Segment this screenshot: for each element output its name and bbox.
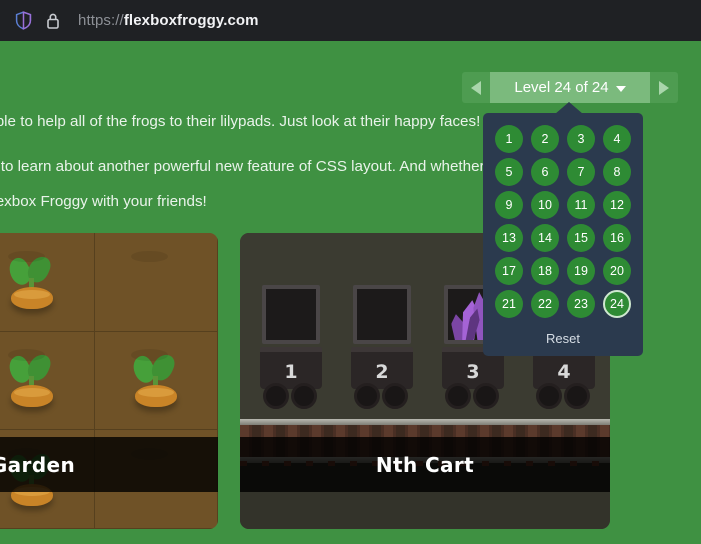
mine-cart-1: 1	[260, 285, 322, 433]
level-dropdown-panel: 1 2 3 4 5 6 7 8 9 10 11 12 13 14 15 16 17 18 19 20 21 22 23 24 …	[483, 102, 643, 356]
browser-toolbar: https://flexboxfroggy.com	[0, 0, 701, 41]
level-button-2[interactable]: 2	[531, 125, 559, 153]
url-bar[interactable]: https://flexboxfroggy.com	[78, 12, 259, 29]
level-button-7[interactable]: 7	[567, 158, 595, 186]
level-button-15[interactable]: 15	[567, 224, 595, 252]
carrot-icon	[1, 253, 63, 315]
cart-wheel	[445, 383, 471, 409]
level-button-17[interactable]: 17	[495, 257, 523, 285]
crystal-icon	[266, 289, 316, 340]
card-grid-garden[interactable]: Garden	[0, 233, 218, 529]
level-button-6[interactable]: 6	[531, 158, 559, 186]
cart-wheel	[382, 383, 408, 409]
cart-number: 4	[557, 360, 571, 383]
reset-button[interactable]: Reset	[483, 331, 643, 346]
level-button-1[interactable]: 1	[495, 125, 523, 153]
level-button-20[interactable]: 20	[603, 257, 631, 285]
level-button-5[interactable]: 5	[495, 158, 523, 186]
card-label-nth-cart: Nth Cart	[240, 437, 610, 492]
arrow-right-icon	[659, 80, 669, 95]
lock-icon	[38, 6, 68, 36]
level-selector: Level 24 of 24	[462, 72, 678, 103]
cart-bin	[353, 285, 411, 344]
cart-body: 2	[351, 347, 413, 389]
previous-level-button[interactable]	[462, 72, 490, 103]
garden-cell	[0, 331, 95, 431]
level-button-24[interactable]: 24	[603, 290, 631, 318]
cart-wheel	[536, 383, 562, 409]
cart-wheel	[354, 383, 380, 409]
level-button-8[interactable]: 8	[603, 158, 631, 186]
garden-cell	[94, 331, 218, 431]
cart-number: 1	[284, 360, 298, 383]
level-button-23[interactable]: 23	[567, 290, 595, 318]
level-button-11[interactable]: 11	[567, 191, 595, 219]
chevron-down-icon	[615, 85, 626, 92]
cart-wheel	[473, 383, 499, 409]
level-button-3[interactable]: 3	[567, 125, 595, 153]
shield-icon[interactable]	[8, 6, 38, 36]
next-level-button[interactable]	[650, 72, 678, 103]
cart-body: 1	[260, 347, 322, 389]
level-button-4[interactable]: 4	[603, 125, 631, 153]
level-button-19[interactable]: 19	[567, 257, 595, 285]
carrot-icon	[125, 351, 187, 413]
card-label-grid-garden: Garden	[0, 437, 218, 492]
garden-cell	[94, 233, 218, 332]
url-domain: flexboxfroggy.com	[123, 12, 259, 29]
level-dropdown-toggle[interactable]: Level 24 of 24	[490, 72, 650, 103]
mine-cart-2: 2	[351, 285, 413, 433]
level-button-22[interactable]: 22	[531, 290, 559, 318]
cart-wheel	[263, 383, 289, 409]
garden-cell	[0, 233, 95, 332]
level-button-21[interactable]: 21	[495, 290, 523, 318]
url-scheme: https://	[78, 12, 124, 29]
cart-number: 3	[466, 360, 480, 383]
page-body: GGY of flexbox, you were able to help al…	[0, 41, 701, 544]
level-button-18[interactable]: 18	[531, 257, 559, 285]
carrot-icon	[1, 351, 63, 413]
level-button-9[interactable]: 9	[495, 191, 523, 219]
level-button-14[interactable]: 14	[531, 224, 559, 252]
crystal-icon	[357, 289, 407, 340]
level-button-12[interactable]: 12	[603, 191, 631, 219]
cart-wheel	[564, 383, 590, 409]
level-label-text: Level 24 of 24	[514, 79, 609, 96]
arrow-left-icon	[471, 80, 481, 95]
level-button-13[interactable]: 13	[495, 224, 523, 252]
paragraph-2-post: to learn about another powerful new feat…	[0, 158, 485, 175]
level-grid: 1 2 3 4 5 6 7 8 9 10 11 12 13 14 15 16 17 18 19 20 21 22 23 24	[483, 125, 643, 318]
level-button-10[interactable]: 10	[531, 191, 559, 219]
cart-number: 2	[375, 360, 389, 383]
cart-wheel	[291, 383, 317, 409]
level-button-16[interactable]: 16	[603, 224, 631, 252]
cart-bin	[262, 285, 320, 344]
